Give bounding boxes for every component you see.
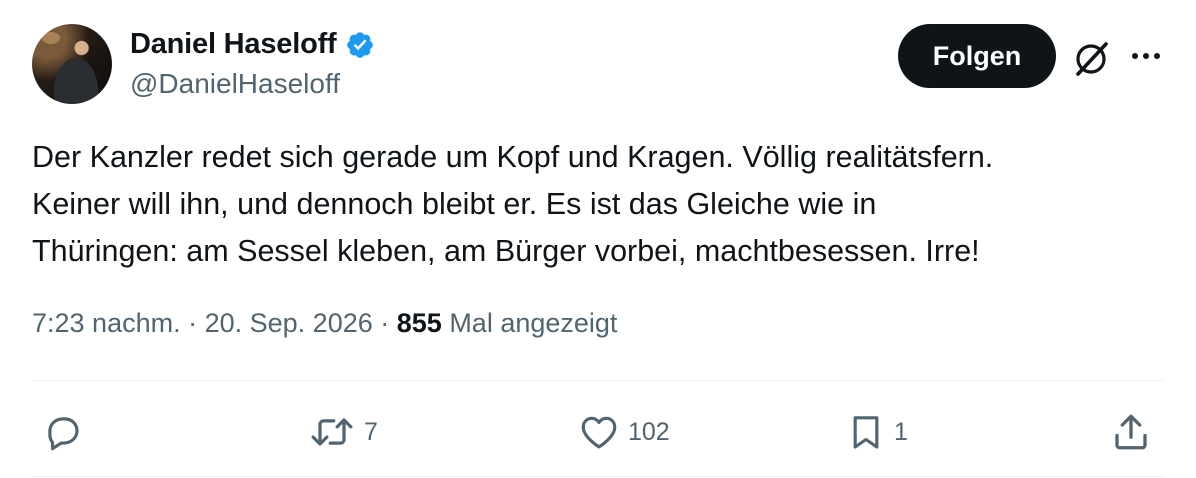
- share-icon: [1115, 414, 1147, 450]
- tweet-date[interactable]: 20. Sep. 2026: [205, 308, 373, 338]
- meta-separator: ·: [180, 308, 205, 338]
- tweet-text-line: Thüringen: am Sessel kleben, am Bürger v…: [32, 234, 980, 268]
- retweet-icon: [311, 418, 353, 446]
- grok-icon[interactable]: [1070, 38, 1112, 80]
- reply-icon: [48, 417, 79, 451]
- tweet-text: Der Kanzler redet sich gerade um Kopf un…: [32, 134, 1162, 275]
- bookmark-icon: [853, 416, 879, 449]
- more-dots-icon[interactable]: [1124, 40, 1168, 72]
- views-label: Mal angezeigt: [441, 308, 618, 338]
- bookmark-count: 1: [894, 417, 908, 446]
- reply-button[interactable]: [42, 410, 92, 454]
- author-handle[interactable]: @DanielHaseloff: [130, 68, 340, 100]
- divider: [32, 380, 1164, 381]
- meta-separator: ·: [372, 308, 397, 338]
- retweet-button[interactable]: 7: [308, 410, 378, 454]
- like-button[interactable]: 102: [578, 410, 670, 454]
- views-count: 855: [396, 308, 442, 338]
- avatar[interactable]: [32, 24, 112, 104]
- divider: [32, 476, 1164, 477]
- retweet-count: 7: [364, 417, 378, 446]
- author-name-row: Daniel Haseloff: [130, 28, 375, 61]
- heart-icon: [581, 416, 617, 449]
- verified-badge-icon[interactable]: [345, 30, 375, 60]
- tweet-text-line: Keiner will ihn, und dennoch bleibt er. …: [32, 187, 877, 221]
- share-button[interactable]: [1110, 410, 1152, 454]
- tweet-time[interactable]: 7:23 nachm.: [32, 308, 181, 338]
- tweet-card: Daniel Haseloff @DanielHaseloff Folgen D…: [0, 0, 1196, 478]
- like-count: 102: [628, 417, 670, 446]
- tweet-metadata: 7:23 nachm. · 20. Sep. 2026 · 855 Mal an…: [32, 308, 617, 339]
- follow-button[interactable]: Folgen: [898, 24, 1056, 88]
- tweet-text-line: Der Kanzler redet sich gerade um Kopf un…: [32, 140, 994, 174]
- bookmark-button[interactable]: 1: [846, 410, 908, 454]
- author-display-name[interactable]: Daniel Haseloff: [130, 28, 337, 61]
